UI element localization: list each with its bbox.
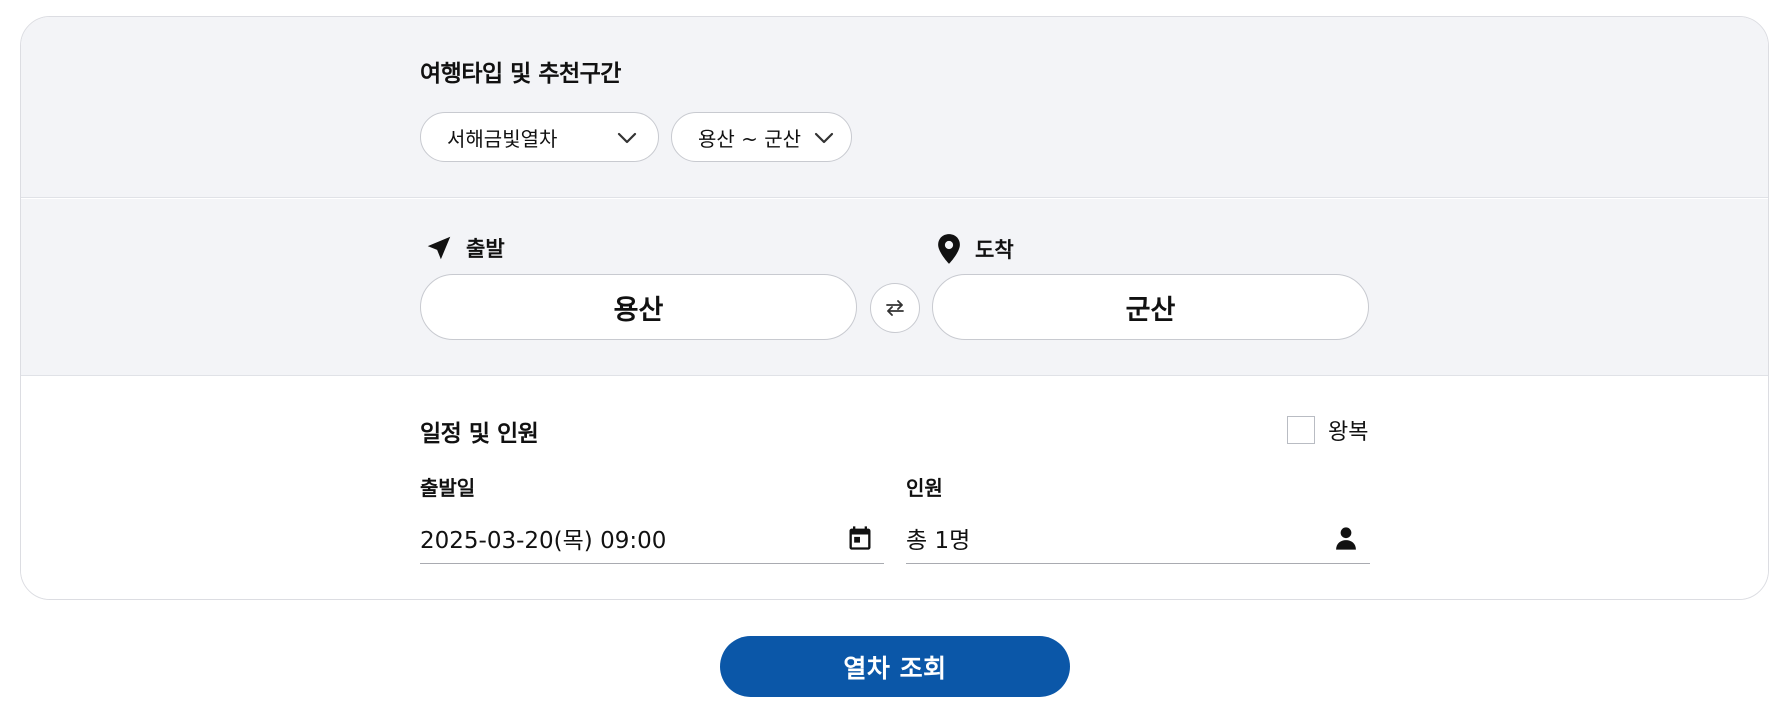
passengers-label: 인원 (906, 476, 943, 500)
chevron-down-icon (617, 132, 637, 144)
arrival-label: 도착 (935, 233, 1014, 265)
calendar-icon (849, 526, 871, 550)
round-trip-toggle[interactable]: 왕복 (1287, 414, 1368, 446)
passengers-field[interactable]: 총 1명 (906, 512, 1370, 564)
search-trains-button[interactable]: 열차 조회 (720, 636, 1070, 697)
departure-date-field[interactable]: 2025-03-20(목) 09:00 (420, 512, 884, 564)
train-type-value: 서해금빛열차 (447, 126, 558, 151)
arrival-label-text: 도착 (975, 238, 1014, 262)
route-select[interactable]: 용산 ~ 군산 (671, 112, 852, 162)
round-trip-label: 왕복 (1328, 420, 1369, 445)
departure-station-button[interactable]: 용산 (420, 274, 857, 340)
navigation-arrow-icon (427, 236, 451, 260)
trip-type-section (21, 17, 1768, 198)
departure-label: 출발 (424, 233, 505, 263)
passengers-value: 총 1명 (906, 527, 971, 554)
person-icon (1336, 527, 1356, 550)
route-select-value: 용산 ~ 군산 (698, 126, 802, 151)
schedule-title: 일정 및 인원 (420, 421, 539, 447)
arrival-station-button[interactable]: 군산 (932, 274, 1369, 340)
trip-type-title: 여행타입 및 추천구간 (420, 61, 621, 87)
departure-date-value: 2025-03-20(목) 09:00 (420, 527, 667, 554)
swap-stations-button[interactable] (870, 283, 920, 333)
location-pin-icon (938, 234, 960, 264)
schedule-section (21, 377, 1768, 599)
swap-arrows-icon (886, 300, 904, 316)
chevron-down-icon (814, 132, 834, 144)
date-label: 출발일 (420, 476, 476, 500)
departure-label-text: 출발 (466, 237, 505, 261)
train-type-select[interactable]: 서해금빛열차 (420, 112, 659, 162)
round-trip-checkbox[interactable] (1287, 416, 1315, 444)
